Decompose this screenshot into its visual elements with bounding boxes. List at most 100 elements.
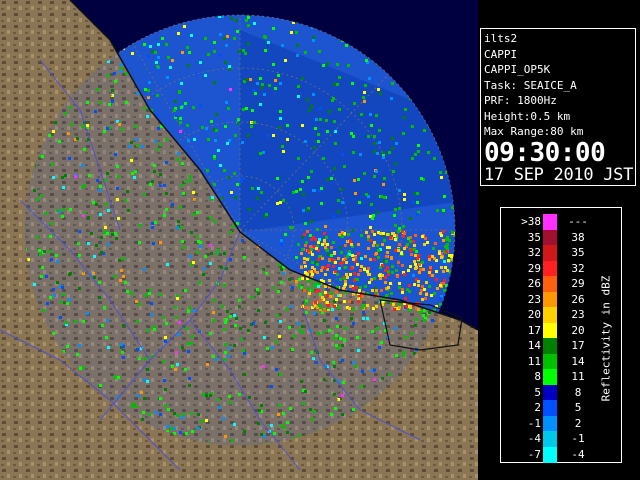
product-name: CAPPI: [484, 47, 518, 61]
echo-pixel: [296, 44, 299, 47]
echo-pixel: [439, 171, 442, 174]
echo-pixel: [188, 384, 191, 387]
echo-pixel: [322, 64, 325, 67]
legend-color-swatch: [543, 369, 557, 386]
echo-pixel: [363, 100, 366, 103]
echo-pixel: [326, 243, 329, 246]
echo-pixel: [376, 152, 379, 155]
echo-pixel: [238, 393, 241, 396]
echo-pixel: [278, 335, 281, 338]
echo-pixel: [131, 405, 134, 408]
echo-pixel: [242, 49, 245, 52]
echo-pixel: [332, 265, 335, 268]
echo-pixel: [229, 88, 232, 91]
legend-upper-value: 11: [571, 370, 585, 383]
echo-pixel: [256, 82, 259, 85]
echo-pixel: [228, 347, 231, 350]
echo-pixel: [376, 244, 379, 247]
echo-pixel: [64, 112, 67, 115]
echo-pixel: [283, 426, 286, 429]
echo-pixel: [338, 233, 341, 236]
echo-pixel: [385, 260, 388, 263]
echo-pixel: [165, 138, 168, 141]
echo-pixel: [291, 348, 294, 351]
legend-upper-value: 29: [571, 277, 585, 290]
echo-pixel: [362, 311, 365, 314]
echo-pixel: [390, 256, 393, 259]
echo-pixel: [181, 240, 184, 243]
echo-pixel: [431, 255, 434, 258]
echo-pixel: [310, 170, 313, 173]
echo-pixel: [113, 275, 116, 278]
echo-pixel: [412, 201, 415, 204]
echo-pixel: [174, 368, 177, 371]
echo-pixel: [343, 277, 346, 280]
echo-pixel: [367, 135, 370, 138]
echo-pixel: [114, 376, 117, 379]
echo-pixel: [180, 82, 183, 85]
echo-pixel: [52, 130, 55, 133]
echo-pixel: [355, 286, 358, 289]
echo-pixel: [213, 81, 216, 84]
echo-pixel: [212, 311, 215, 314]
echo-pixel: [224, 61, 227, 64]
echo-pixel: [241, 141, 244, 144]
echo-pixel: [314, 238, 317, 241]
echo-pixel: [280, 243, 283, 246]
echo-pixel: [418, 263, 421, 266]
radar-map[interactable]: [0, 0, 478, 480]
echo-pixel: [404, 108, 407, 111]
echo-pixel: [177, 152, 180, 155]
echo-pixel: [344, 280, 347, 283]
echo-pixel: [257, 309, 260, 312]
station-name: ilts2: [484, 32, 518, 45]
echo-pixel: [368, 281, 371, 284]
echo-pixel: [153, 170, 156, 173]
echo-pixel: [222, 417, 225, 420]
echo-pixel: [326, 62, 329, 65]
echo-pixel: [230, 191, 233, 194]
echo-pixel: [386, 233, 389, 236]
echo-pixel: [279, 82, 282, 85]
echo-pixel: [326, 130, 329, 133]
echo-pixel: [223, 37, 226, 40]
echo-pixel: [279, 201, 282, 204]
echo-pixel: [375, 114, 378, 117]
legend-upper-value: -1: [571, 432, 585, 445]
echo-pixel: [121, 128, 124, 131]
echo-pixel: [154, 411, 157, 414]
echo-pixel: [277, 290, 280, 293]
echo-pixel: [317, 258, 320, 261]
echo-pixel: [331, 258, 334, 261]
echo-pixel: [164, 404, 167, 407]
echo-pixel: [146, 368, 149, 371]
echo-pixel: [148, 81, 151, 84]
echo-pixel: [82, 366, 85, 369]
echo-pixel: [247, 24, 250, 27]
echo-pixel: [99, 213, 102, 216]
echo-pixel: [311, 273, 314, 276]
echo-pixel: [342, 381, 345, 384]
echo-pixel: [98, 296, 101, 299]
echo-pixel: [280, 268, 283, 271]
echo-pixel: [324, 246, 327, 249]
echo-pixel: [205, 419, 208, 422]
echo-pixel: [382, 183, 385, 186]
echo-pixel: [245, 19, 248, 22]
echo-pixel: [125, 101, 128, 104]
echo-pixel: [277, 413, 280, 416]
echo-pixel: [386, 266, 389, 269]
echo-pixel: [278, 404, 281, 407]
echo-pixel: [101, 324, 104, 327]
echo-pixel: [263, 93, 266, 96]
echo-pixel: [205, 127, 208, 130]
echo-pixel: [159, 397, 162, 400]
echo-pixel: [272, 63, 275, 66]
echo-pixel: [334, 261, 337, 264]
echo-pixel: [417, 308, 420, 311]
echo-pixel: [130, 159, 133, 162]
echo-pixel: [81, 164, 84, 167]
echo-pixel: [393, 214, 396, 217]
echo-pixel: [120, 67, 123, 70]
echo-pixel: [310, 248, 313, 251]
